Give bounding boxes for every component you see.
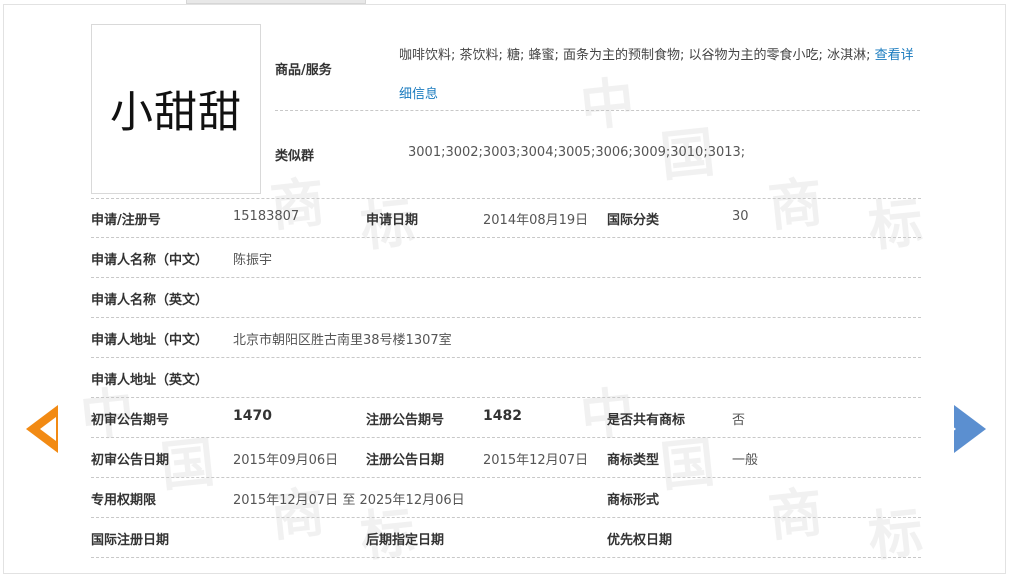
arrow-left-icon[interactable] — [26, 405, 58, 453]
prelim-issue-value: 1470 — [233, 408, 272, 424]
reg-no-label: 申请/注册号 — [91, 213, 161, 228]
row-divider — [91, 517, 921, 518]
row-divider — [91, 437, 921, 438]
exclusive-sep: 至 — [342, 493, 356, 508]
prelim-date-label: 初审公告日期 — [91, 453, 170, 468]
address-en-label: 申请人地址（英文） — [91, 373, 209, 388]
reg-no-value: 15183807 — [233, 209, 300, 224]
row-divider — [91, 198, 921, 199]
goods-services-label: 商品/服务 — [275, 63, 332, 78]
row-divider — [91, 477, 921, 478]
similar-group-label: 类似群 — [275, 149, 315, 164]
address-cn-label: 申请人地址（中文） — [91, 333, 209, 348]
top-tab[interactable] — [186, 0, 366, 4]
priority-date-label: 优先权日期 — [607, 533, 673, 548]
apply-date-label: 申请日期 — [366, 213, 419, 228]
reg-date-label: 注册公告日期 — [366, 453, 445, 468]
exclusive-period-value: 2015年12月07日 至 2025年12月06日 — [233, 489, 465, 508]
trademark-image: 小甜甜 — [91, 24, 261, 194]
intl-class-value: 30 — [732, 209, 749, 224]
exclusive-from: 2015年12月07日 — [233, 493, 339, 508]
trademark-name: 小甜甜 — [110, 88, 242, 138]
tm-type-value: 一般 — [732, 453, 759, 468]
reg-date-value: 2015年12月07日 — [483, 453, 589, 468]
applicant-en-label: 申请人名称（英文） — [91, 293, 209, 308]
row-divider — [91, 317, 921, 318]
reg-issue-label: 注册公告期号 — [366, 413, 445, 428]
similar-group-value: 3001;3002;3003;3004;3005;3006;3009;3010;… — [408, 145, 746, 160]
intl-reg-date-label: 国际注册日期 — [91, 533, 170, 548]
row-divider — [91, 237, 921, 238]
tm-form-label: 商标形式 — [607, 493, 660, 508]
goods-services-text: 咖啡饮料; 茶饮料; 糖; 蜂蜜; 面条为主的预制食物; 以谷物为主的零食小吃;… — [399, 48, 875, 63]
shared-value: 否 — [732, 413, 746, 428]
prelim-issue-label: 初审公告期号 — [91, 413, 170, 428]
row-divider — [91, 277, 921, 278]
shared-label: 是否共有商标 — [607, 413, 686, 428]
address-cn-value: 北京市朝阳区胜古南里38号楼1307室 — [233, 333, 452, 348]
intl-class-label: 国际分类 — [607, 213, 660, 228]
exclusive-period-label: 专用权期限 — [91, 493, 157, 508]
exclusive-to: 2025年12月06日 — [359, 493, 465, 508]
arrow-right-icon[interactable] — [940, 405, 986, 453]
row-divider — [91, 397, 921, 398]
reg-issue-value: 1482 — [483, 408, 522, 424]
row-divider — [91, 357, 921, 358]
apply-date-value: 2014年08月19日 — [483, 213, 589, 228]
goods-services-value: 咖啡饮料; 茶饮料; 糖; 蜂蜜; 面条为主的预制食物; 以谷物为主的零食小吃;… — [399, 36, 919, 114]
row-divider — [91, 557, 921, 558]
later-date-label: 后期指定日期 — [366, 533, 445, 548]
tm-type-label: 商标类型 — [607, 453, 660, 468]
prelim-date-value: 2015年09月06日 — [233, 453, 339, 468]
row-divider — [275, 110, 920, 111]
applicant-cn-label: 申请人名称（中文） — [91, 253, 209, 268]
applicant-cn-value: 陈振宇 — [233, 253, 273, 268]
